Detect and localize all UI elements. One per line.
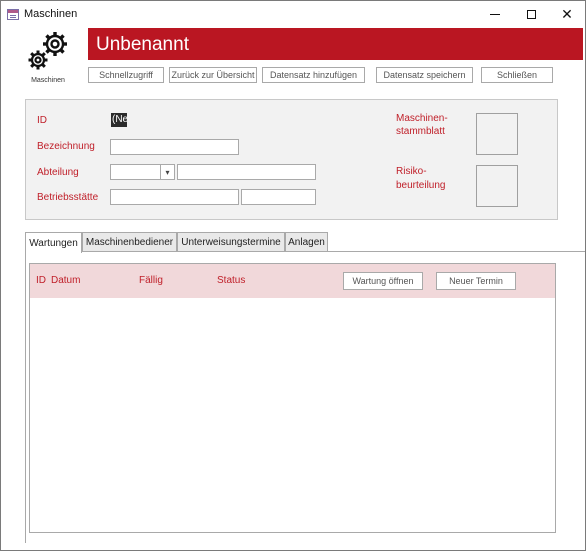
bezeichnung-label: Bezeichnung [37, 141, 95, 152]
id-label: ID [37, 115, 47, 126]
add-record-button[interactable]: Datensatz hinzufügen [262, 67, 365, 83]
subform-header: ID Datum Fällig Status Wartung öffnen Ne… [30, 264, 555, 298]
open-maintenance-button[interactable]: Wartung öffnen [343, 272, 423, 290]
minimize-button[interactable] [477, 1, 513, 28]
column-header-faellig: Fällig [139, 275, 163, 286]
betriebsstaette-field[interactable] [110, 189, 239, 205]
close-window-button[interactable]: ✕ [549, 1, 585, 28]
close-form-button[interactable]: Schließen [481, 67, 553, 83]
detail-panel: ID (Ne Bezeichnung Abteilung ▾ Betriebss… [25, 99, 558, 220]
maschinenstammblatt-label-line1: Maschinen- [396, 113, 448, 124]
betriebsstaette-label: Betriebsstätte [37, 192, 99, 203]
chevron-down-icon[interactable]: ▾ [160, 165, 174, 179]
main-window: Maschinen ✕ Maschinen Unbenannt Schnellz… [0, 0, 586, 551]
maximize-button[interactable] [513, 1, 549, 28]
logo: Maschinen [23, 29, 73, 85]
close-icon: ✕ [561, 6, 573, 22]
id-field[interactable]: (Ne [111, 113, 127, 127]
column-header-id: ID [36, 275, 46, 286]
header-banner: Unbenannt [88, 28, 583, 60]
abteilung-name-field[interactable] [177, 164, 316, 180]
quick-access-button[interactable]: Schnellzugriff [88, 67, 164, 83]
column-header-status: Status [217, 275, 246, 286]
abteilung-label: Abteilung [37, 167, 79, 178]
wartungen-subform[interactable]: ID Datum Fällig Status Wartung öffnen Ne… [29, 263, 556, 533]
page-title: Unbenannt [96, 34, 189, 55]
maximize-icon [526, 10, 536, 19]
window-title: Maschinen [24, 8, 78, 20]
minimize-icon [490, 14, 500, 15]
column-header-datum: Datum [51, 275, 81, 286]
risikobeurteilung-label-line1: Risiko- [396, 166, 427, 177]
betriebsstaette-extra-field[interactable] [241, 189, 316, 205]
gears-icon [28, 32, 67, 70]
maschinenstammblatt-attachment[interactable] [476, 113, 518, 155]
risikobeurteilung-attachment[interactable] [476, 165, 518, 207]
tab-page-wartungen: ID Datum Fällig Status Wartung öffnen Ne… [25, 251, 585, 543]
form-icon [7, 9, 19, 20]
tab-anlagen[interactable]: Anlagen [285, 232, 328, 251]
maschinenstammblatt-label-line2: stammblatt [396, 126, 445, 137]
new-appointment-button[interactable]: Neuer Termin [436, 272, 516, 290]
logo-label: Maschinen [31, 77, 65, 84]
tab-maschinenbediener[interactable]: Maschinenbediener [82, 232, 177, 251]
abteilung-dropdown[interactable]: ▾ [110, 164, 175, 180]
tab-wartungen[interactable]: Wartungen [25, 232, 82, 253]
tab-unterweisungstermine[interactable]: Unterweisungstermine [177, 232, 285, 251]
title-bar[interactable]: Maschinen ✕ [1, 1, 585, 28]
save-record-button[interactable]: Datensatz speichern [376, 67, 473, 83]
back-to-overview-button[interactable]: Zurück zur Übersicht [169, 67, 257, 83]
bezeichnung-field[interactable] [110, 139, 239, 155]
risikobeurteilung-label-line2: beurteilung [396, 180, 446, 191]
